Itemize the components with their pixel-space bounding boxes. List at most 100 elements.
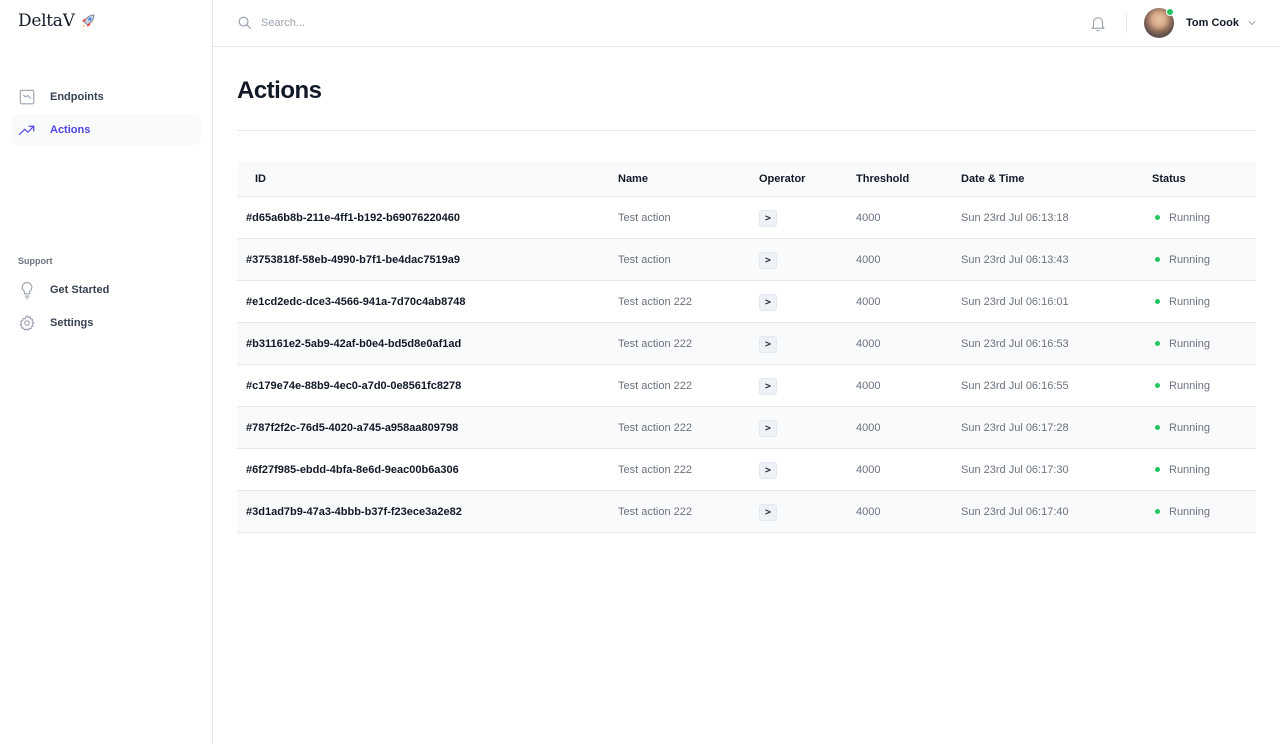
column-header-id: ID (255, 172, 266, 185)
status-dot (1155, 257, 1160, 262)
column-header-name: Name (618, 172, 648, 185)
action-id[interactable]: #787f2f2c-76d5-4020-a745-a958aa809798 (237, 422, 618, 434)
operator-badge: > (759, 504, 778, 521)
status-dot (1155, 341, 1160, 346)
table-row[interactable]: #c179e74e-88b9-4ec0-a7d0-0e8561fc8278 Tes… (237, 365, 1256, 407)
operator-cell: > (759, 250, 856, 269)
table-row[interactable]: #b31161e2-5ab9-42af-b0e4-bd5d8e0af1ad Tes… (237, 323, 1256, 365)
online-status-dot (1166, 8, 1174, 16)
chevron-down-icon (1248, 21, 1256, 25)
column-header-operator: Operator (759, 172, 806, 185)
action-name: Test action 222 (618, 505, 692, 518)
action-id[interactable]: #3d1ad7b9-47a3-4bbb-b37f-f23ece3a2e82 (237, 506, 618, 518)
status-badge: Running (1169, 211, 1210, 224)
brand-logo[interactable]: DeltaV (18, 11, 97, 31)
column-header-datetime: Date & Time (961, 172, 1025, 185)
status-cell: Running (1152, 212, 1256, 224)
status-badge: Running (1169, 379, 1210, 392)
operator-cell: > (759, 418, 856, 437)
sidebar-item-label: Actions (50, 124, 91, 136)
status-badge: Running (1169, 505, 1210, 518)
sidebar-item-get-started[interactable]: Get Started (12, 275, 201, 305)
status-dot (1155, 425, 1160, 430)
operator-cell: > (759, 292, 856, 311)
sidebar: DeltaV Endpoints Actions Support Get Sta… (0, 0, 213, 744)
table-row[interactable]: #787f2f2c-76d5-4020-a745-a958aa809798 Tes… (237, 407, 1256, 449)
title-divider (237, 130, 1256, 131)
threshold-value: 4000 (856, 295, 881, 308)
operator-cell: > (759, 334, 856, 353)
operator-cell: > (759, 502, 856, 521)
operator-cell: > (759, 208, 856, 227)
operator-badge: > (759, 462, 778, 479)
support-heading: Support (18, 256, 53, 266)
operator-cell: > (759, 376, 856, 395)
threshold-value: 4000 (856, 463, 881, 476)
trending-up-icon (18, 125, 35, 136)
datetime-value: Sun 23rd Jul 06:13:18 (961, 211, 1069, 224)
threshold-value: 4000 (856, 211, 881, 224)
status-dot (1155, 509, 1160, 514)
status-cell: Running (1152, 296, 1256, 308)
datetime-value: Sun 23rd Jul 06:17:28 (961, 421, 1069, 434)
page-title: Actions (237, 77, 322, 104)
operator-badge: > (759, 336, 778, 353)
bell-icon[interactable] (1089, 14, 1107, 32)
table-row[interactable]: #3753818f-58eb-4990-b7f1-be4dac7519a9 Tes… (237, 239, 1256, 281)
sidebar-item-settings[interactable]: Settings (12, 308, 201, 338)
operator-badge: > (759, 378, 778, 395)
datetime-value: Sun 23rd Jul 06:13:43 (961, 253, 1069, 266)
table-body: #d65a6b8b-211e-4ff1-b192-b69076220460 Tes… (237, 197, 1256, 533)
action-name: Test action 222 (618, 463, 692, 476)
action-id[interactable]: #d65a6b8b-211e-4ff1-b192-b69076220460 (237, 212, 618, 224)
action-id[interactable]: #b31161e2-5ab9-42af-b0e4-bd5d8e0af1ad (237, 338, 618, 350)
action-id[interactable]: #6f27f985-ebdd-4bfa-8e6d-9eac00b6a306 (237, 464, 618, 476)
datetime-value: Sun 23rd Jul 06:16:53 (961, 337, 1069, 350)
table-header: ID Name Operator Threshold Date & Time S… (237, 161, 1256, 197)
status-cell: Running (1152, 338, 1256, 350)
status-cell: Running (1152, 380, 1256, 392)
threshold-value: 4000 (856, 379, 881, 392)
sidebar-item-endpoints[interactable]: Endpoints (12, 82, 201, 112)
threshold-value: 4000 (856, 505, 881, 518)
status-dot (1155, 467, 1160, 472)
column-header-threshold: Threshold (856, 172, 910, 185)
datetime-value: Sun 23rd Jul 06:16:55 (961, 379, 1069, 392)
table-row[interactable]: #6f27f985-ebdd-4bfa-8e6d-9eac00b6a306 Tes… (237, 449, 1256, 491)
status-badge: Running (1169, 295, 1210, 308)
threshold-value: 4000 (856, 337, 881, 350)
sidebar-item-label: Get Started (50, 284, 110, 296)
avatar (1144, 8, 1174, 38)
support-nav: Get Started Settings (12, 275, 201, 341)
status-dot (1155, 215, 1160, 220)
header-divider (1126, 13, 1127, 33)
action-name: Test action 222 (618, 295, 692, 308)
action-name: Test action 222 (618, 337, 692, 350)
brand-name: DeltaV (18, 11, 75, 31)
search-icon (238, 16, 251, 29)
status-cell: Running (1152, 506, 1256, 518)
actions-table: ID Name Operator Threshold Date & Time S… (237, 161, 1256, 533)
user-menu[interactable]: Tom Cook (1144, 8, 1258, 38)
search-input[interactable] (261, 16, 561, 29)
column-header-status: Status (1152, 172, 1186, 185)
main-nav: Endpoints Actions (12, 82, 201, 148)
table-row[interactable]: #e1cd2edc-dce3-4566-941a-7d70c4ab8748 Tes… (237, 281, 1256, 323)
action-name: Test action 222 (618, 421, 692, 434)
chart-box-icon (19, 89, 35, 105)
status-dot (1155, 383, 1160, 388)
sidebar-item-actions[interactable]: Actions (12, 115, 201, 145)
status-cell: Running (1152, 254, 1256, 266)
status-cell: Running (1152, 422, 1256, 434)
status-badge: Running (1169, 421, 1210, 434)
action-name: Test action 222 (618, 379, 692, 392)
datetime-value: Sun 23rd Jul 06:17:30 (961, 463, 1069, 476)
action-name: Test action (618, 211, 671, 224)
action-id[interactable]: #c179e74e-88b9-4ec0-a7d0-0e8561fc8278 (237, 380, 618, 392)
table-row[interactable]: #3d1ad7b9-47a3-4bbb-b37f-f23ece3a2e82 Tes… (237, 491, 1256, 533)
operator-badge: > (759, 294, 778, 311)
table-row[interactable]: #d65a6b8b-211e-4ff1-b192-b69076220460 Tes… (237, 197, 1256, 239)
action-id[interactable]: #3753818f-58eb-4990-b7f1-be4dac7519a9 (237, 254, 618, 266)
status-cell: Running (1152, 464, 1256, 476)
action-id[interactable]: #e1cd2edc-dce3-4566-941a-7d70c4ab8748 (237, 296, 618, 308)
